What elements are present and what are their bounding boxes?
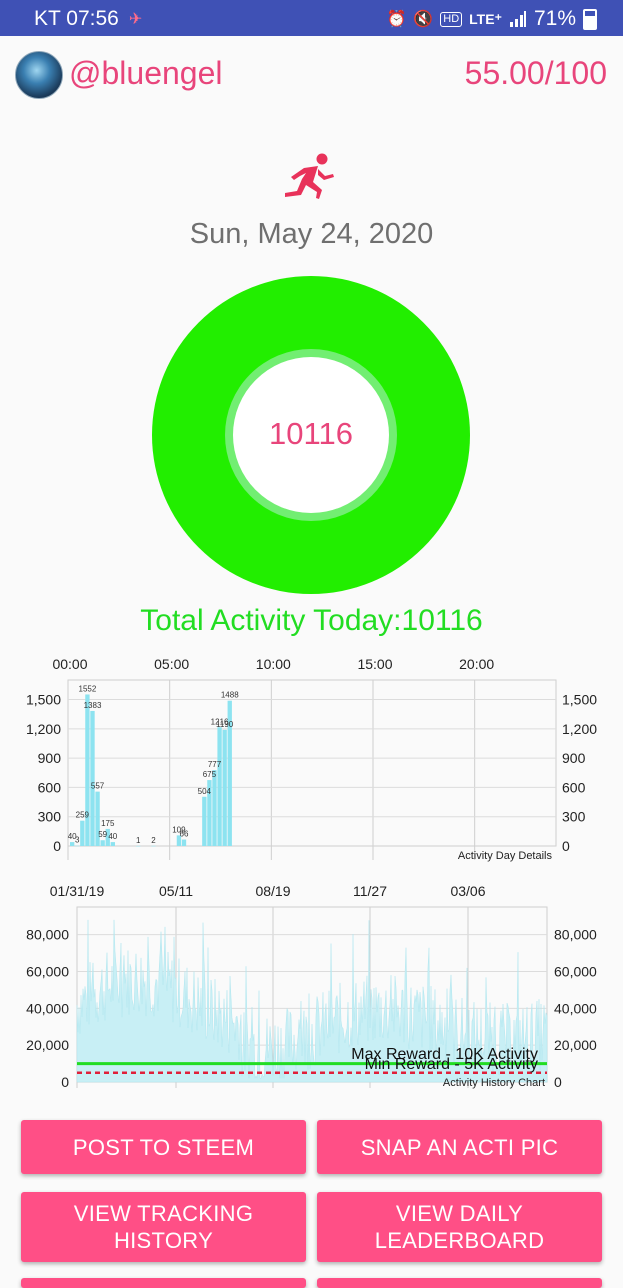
day-chart-y-tick-left: 0 (53, 838, 61, 854)
history-chart-y-tick-left: 80,000 (26, 927, 69, 943)
battery-icon (583, 8, 597, 30)
post-to-steem-button[interactable]: POST TO STEEM (21, 1120, 306, 1174)
signal-icon (509, 11, 526, 27)
day-chart-bar (100, 840, 105, 846)
activity-day-chart[interactable]: 00:00 05:00 10:00 15:00 20:00 0 0 300 300 600 600 9… (0, 648, 623, 868)
day-chart-bar (110, 842, 115, 846)
day-chart-y-tick-right: 600 (562, 779, 586, 795)
day-chart-y-tick-left: 600 (38, 779, 62, 795)
day-chart-bar (217, 727, 222, 846)
mute-icon: 🔇 (413, 11, 434, 28)
day-chart-y-tick-right: 1,200 (562, 721, 597, 737)
view-tracking-history-button[interactable]: VIEW TRACKING HISTORY (21, 1192, 306, 1262)
history-chart-y-tick-right: 20,000 (554, 1037, 597, 1053)
day-chart-y-tick-right: 0 (562, 838, 570, 854)
day-chart-bar-label: 1552 (79, 684, 97, 693)
day-chart-y-tick-right: 1,500 (562, 692, 597, 708)
day-chart-y-tick-left: 900 (38, 750, 62, 766)
history-chart-description: Activity History Chart (443, 1077, 545, 1089)
view-daily-leaderboard-button[interactable]: VIEW DAILY LEADERBOARD (317, 1192, 602, 1262)
max-reward-label: Max Reward - 10K Activity (351, 1046, 538, 1063)
day-chart-bar-label: 504 (198, 787, 212, 796)
history-chart-y-tick-left: 0 (61, 1074, 69, 1090)
history-chart-y-tick-right: 80,000 (554, 927, 597, 943)
day-chart-bar-label: 675 (203, 770, 217, 779)
battery-percent: 71% (533, 7, 576, 30)
day-chart-bar (181, 839, 187, 846)
status-bar: KT 07:56 ✈ ⏰ 🔇 HD LTE⁺ 71% (0, 0, 623, 36)
day-chart-bar-label: 557 (91, 782, 105, 791)
day-chart-bar-label: 66 (180, 830, 189, 839)
day-chart-x-tick: 15:00 (357, 656, 392, 672)
hd-voice-icon: HD (440, 11, 463, 27)
day-chart-bar (85, 694, 90, 846)
day-chart-bar-label: 3 (75, 836, 80, 845)
day-chart-bar-label: 1 (136, 836, 141, 845)
snap-acti-pic-button[interactable]: SNAP AN ACTI PIC (317, 1120, 602, 1174)
day-chart-x-tick: 00:00 (52, 656, 87, 672)
day-chart-bar-label: 1190 (216, 720, 234, 729)
day-chart-y-tick-left: 300 (38, 809, 62, 825)
day-chart-bar-label: 259 (76, 811, 90, 820)
day-chart-bar-label: 1488 (221, 691, 239, 700)
history-chart-y-tick-right: 0 (554, 1074, 562, 1090)
day-chart-x-tick: 05:00 (154, 656, 189, 672)
activity-history-chart[interactable]: 01/31/19 05/11 08/19 11/27 03/06 0 0 20,000 20,0… (0, 872, 623, 1094)
username: @bluengel (69, 55, 223, 91)
day-chart-bar (136, 845, 141, 847)
history-chart-y-tick-left: 20,000 (26, 1037, 69, 1053)
history-chart-x-tick: 11/27 (353, 883, 387, 899)
day-chart-bar-label: 59 (98, 830, 107, 839)
day-chart-y-tick-left: 1,200 (26, 721, 61, 737)
running-notification-icon: ✈ (128, 11, 143, 28)
day-chart-bar (75, 845, 80, 847)
day-chart-bar-label: 1383 (84, 701, 102, 710)
history-chart-x-tick: 01/31/19 (50, 883, 105, 899)
day-chart-y-tick-left: 1,500 (26, 692, 61, 708)
current-date: Sun, May 24, 2020 (189, 218, 434, 250)
day-chart-bar (151, 845, 156, 847)
history-chart-y-tick-left: 40,000 (26, 1000, 69, 1016)
day-chart-bar (70, 842, 75, 846)
day-chart-x-tick: 10:00 (256, 656, 291, 672)
history-chart-x-tick: 08/19 (255, 883, 290, 899)
history-chart-y-tick-right: 40,000 (554, 1000, 597, 1016)
alarm-icon: ⏰ (386, 11, 407, 28)
day-chart-bar-label: 175 (101, 819, 115, 828)
day-chart-bar (202, 796, 207, 846)
day-chart-y-tick-right: 900 (562, 750, 586, 766)
running-person-icon (285, 153, 334, 199)
day-chart-bar-label: 777 (208, 760, 222, 769)
avatar[interactable] (15, 51, 63, 99)
total-activity-today: Total Activity Today:10116 (140, 604, 483, 637)
network-type: LTE⁺ (469, 10, 502, 27)
history-chart-x-tick: 05/11 (159, 883, 193, 899)
day-chart-bar-label: 2 (151, 836, 156, 845)
history-chart-y-tick-right: 60,000 (554, 963, 597, 979)
day-chart-x-tick: 20:00 (459, 656, 494, 672)
day-chart-bar (222, 729, 227, 846)
day-chart-y-tick-right: 300 (562, 809, 586, 825)
day-chart-bar (90, 710, 95, 846)
history-chart-y-tick-left: 60,000 (26, 963, 69, 979)
status-time: KT 07:56 (34, 7, 119, 30)
day-chart-bar (212, 770, 217, 846)
day-chart-frame (67, 679, 557, 847)
day-chart-bar-label: 40 (108, 832, 117, 841)
day-chart-description: Activity Day Details (458, 850, 553, 862)
history-chart-x-tick: 03/06 (450, 883, 485, 899)
score: 55.00/100 (464, 55, 607, 91)
ring-activity-value: 10116 (269, 416, 353, 451)
day-chart-bar (80, 820, 85, 846)
